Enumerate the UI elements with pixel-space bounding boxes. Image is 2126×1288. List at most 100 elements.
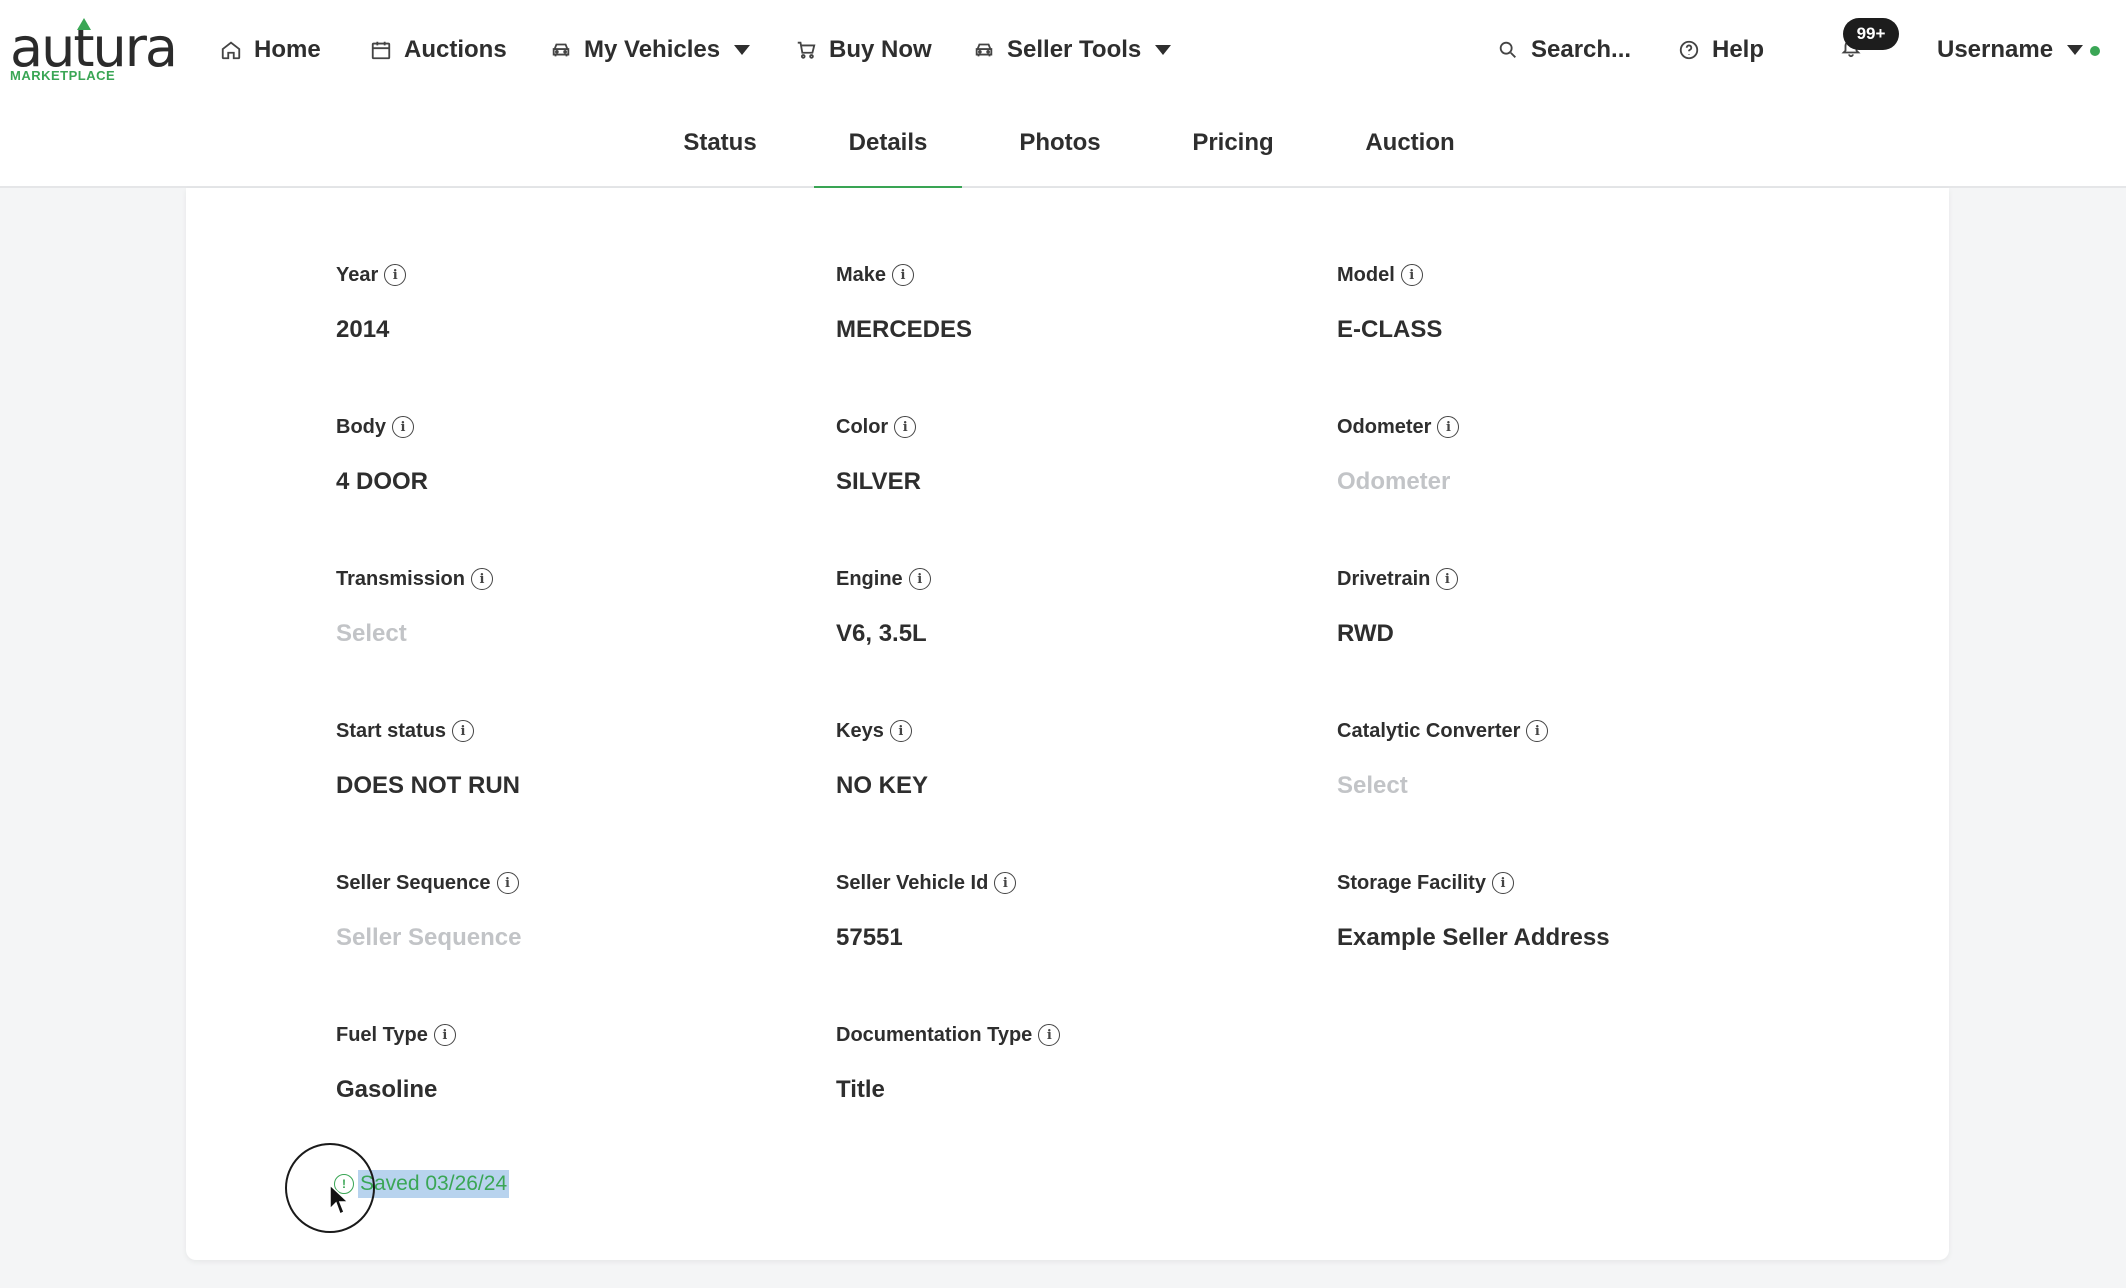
nav-buy-now[interactable]: Buy Now <box>795 30 932 70</box>
chevron-down-icon <box>734 45 751 55</box>
odometer-input[interactable]: Odometer <box>1337 468 1777 500</box>
field-body: Body i 4 DOOR <box>336 414 776 500</box>
nav-auctions-label: Auctions <box>404 36 507 63</box>
car-icon <box>552 43 570 57</box>
start-status-value[interactable]: DOES NOT RUN <box>336 772 776 804</box>
info-icon[interactable]: i <box>1436 568 1459 590</box>
fuel-type-value[interactable]: Gasoline <box>336 1076 776 1108</box>
tab-status[interactable]: Status <box>670 98 770 188</box>
field-seller-sequence: Seller Sequence i Seller Sequence <box>336 870 776 956</box>
info-icon[interactable]: i <box>994 872 1017 894</box>
tab-auction[interactable]: Auction <box>1360 98 1460 188</box>
field-drivetrain: Drivetrain i RWD <box>1337 566 1777 652</box>
info-icon[interactable]: i <box>496 872 519 894</box>
field-fuel-type: Fuel Type i Gasoline <box>336 1022 776 1108</box>
tab-pricing[interactable]: Pricing <box>1180 98 1286 188</box>
home-icon <box>221 41 241 60</box>
vehicle-tabs: Status Details Photos Pricing Auction <box>0 98 2126 190</box>
notifications-badge: 99+ <box>1843 18 1899 50</box>
logo-accent-mark <box>77 18 91 30</box>
nav-auctions[interactable]: Auctions <box>370 30 507 70</box>
info-icon[interactable]: i <box>1526 720 1549 742</box>
logo-subtitle: MARKETPLACE <box>10 68 116 83</box>
field-documentation-type: Documentation Type i Title <box>836 1022 1276 1108</box>
info-icon[interactable]: i <box>470 568 493 590</box>
fuel-type-label: Fuel Type <box>336 1023 428 1046</box>
info-icon[interactable]: i <box>1400 264 1423 286</box>
engine-label: Engine <box>836 567 903 590</box>
online-status-dot <box>2090 46 2100 56</box>
nav-seller-tools[interactable]: Seller Tools <box>973 30 1172 70</box>
field-year: Year i 2014 <box>336 262 776 348</box>
info-icon[interactable]: i <box>392 416 414 438</box>
seller-sequence-input[interactable]: Seller Sequence <box>336 924 776 956</box>
top-navigation-bar: autura MARKETPLACE Home Auctions My Vehi… <box>0 0 2126 98</box>
make-value[interactable]: MERCEDES <box>836 316 1276 348</box>
field-keys: Keys i NO KEY <box>836 718 1276 804</box>
body-label: Body <box>336 415 386 438</box>
nav-buy-now-label: Buy Now <box>829 36 932 63</box>
color-label: Color <box>836 415 889 438</box>
field-transmission: Transmission i Select <box>336 566 776 652</box>
field-model: Model i E-CLASS <box>1337 262 1777 348</box>
drivetrain-value[interactable]: RWD <box>1337 620 1777 652</box>
field-storage-facility: Storage Facility i Example Seller Address <box>1337 870 1777 956</box>
username-label: Username <box>1937 36 2054 63</box>
field-seller-vehicle-id: Seller Vehicle Id i 57551 <box>836 870 1276 956</box>
info-icon[interactable]: i <box>1491 872 1514 894</box>
year-value[interactable]: 2014 <box>336 316 776 348</box>
odometer-label: Odometer <box>1337 415 1432 438</box>
model-label: Model <box>1337 263 1395 286</box>
info-icon[interactable]: i <box>1038 1024 1061 1046</box>
nav-home[interactable]: Home <box>220 30 321 70</box>
year-label: Year <box>336 263 379 286</box>
nav-my-vehicles[interactable]: My Vehicles <box>550 30 751 70</box>
search-icon <box>1499 41 1516 58</box>
start-status-label: Start status <box>336 719 447 742</box>
help-label: Help <box>1712 36 1765 63</box>
keys-label: Keys <box>836 719 884 742</box>
info-icon[interactable]: i <box>452 720 475 742</box>
model-value[interactable]: E-CLASS <box>1337 316 1777 348</box>
tab-photos[interactable]: Photos <box>1010 98 1110 188</box>
seller-vehicle-id-value[interactable]: 57551 <box>836 924 1276 956</box>
documentation-type-value[interactable]: Title <box>836 1076 1276 1108</box>
calendar-icon <box>371 41 391 60</box>
saved-status-text: Saved 03/26/24 <box>358 1170 510 1198</box>
info-icon[interactable]: i <box>894 416 917 438</box>
transmission-select[interactable]: Select <box>336 620 776 652</box>
info-icon[interactable]: i <box>384 264 407 286</box>
seller-sequence-label: Seller Sequence <box>336 871 491 894</box>
autura-logo[interactable]: autura MARKETPLACE <box>10 16 178 86</box>
info-icon[interactable]: i <box>433 1024 456 1046</box>
field-start-status: Start status i DOES NOT RUN <box>336 718 776 804</box>
make-label: Make <box>836 263 887 286</box>
help-icon <box>1679 40 1699 60</box>
user-menu[interactable]: Username <box>1937 30 2084 70</box>
info-icon[interactable]: i <box>1437 416 1460 438</box>
nav-home-label: Home <box>254 36 321 63</box>
body-value[interactable]: 4 DOOR <box>336 468 776 500</box>
car-icon <box>975 43 993 57</box>
info-icon[interactable]: i <box>908 568 931 590</box>
tab-details[interactable]: Details <box>814 98 962 190</box>
search-button[interactable]: Search... <box>1497 30 1631 70</box>
nav-my-vehicles-label: My Vehicles <box>584 36 721 63</box>
help-button[interactable]: Help <box>1678 30 1764 70</box>
field-make: Make i MERCEDES <box>836 262 1276 348</box>
cart-icon <box>797 41 816 59</box>
storage-facility-value[interactable]: Example Seller Address <box>1337 924 1777 956</box>
keys-value[interactable]: NO KEY <box>836 772 1276 804</box>
info-icon[interactable]: i <box>892 264 915 286</box>
field-engine: Engine i V6, 3.5L <box>836 566 1276 652</box>
info-icon[interactable]: i <box>889 720 912 742</box>
catalytic-converter-select[interactable]: Select <box>1337 772 1777 804</box>
color-value[interactable]: SILVER <box>836 468 1276 500</box>
engine-value[interactable]: V6, 3.5L <box>836 620 1276 652</box>
mouse-pointer-icon <box>329 1183 350 1216</box>
catalytic-converter-label: Catalytic Converter <box>1337 719 1521 742</box>
chevron-down-icon <box>2067 45 2084 55</box>
seller-vehicle-id-label: Seller Vehicle Id <box>836 871 989 894</box>
chevron-down-icon <box>1155 45 1172 55</box>
drivetrain-label: Drivetrain <box>1337 567 1431 590</box>
